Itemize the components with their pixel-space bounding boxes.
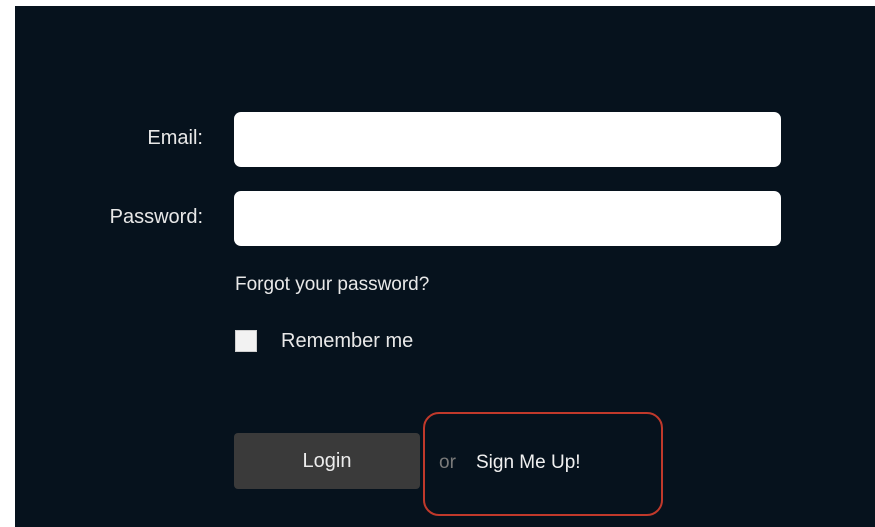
login-button[interactable]: Login — [234, 433, 420, 489]
password-label: Password: — [109, 206, 203, 228]
email-field[interactable] — [234, 112, 781, 167]
signup-link[interactable]: Sign Me Up! — [476, 452, 581, 474]
login-panel: Email: Password: Forgot your password? R… — [15, 6, 875, 527]
forgot-password-link[interactable]: Forgot your password? — [235, 274, 429, 296]
remember-me-row: Remember me — [235, 329, 413, 353]
password-field[interactable] — [234, 191, 781, 246]
remember-me-label[interactable]: Remember me — [281, 330, 413, 353]
email-label: Email: — [147, 127, 203, 149]
or-separator: or — [439, 452, 456, 473]
remember-me-checkbox[interactable] — [235, 330, 257, 352]
